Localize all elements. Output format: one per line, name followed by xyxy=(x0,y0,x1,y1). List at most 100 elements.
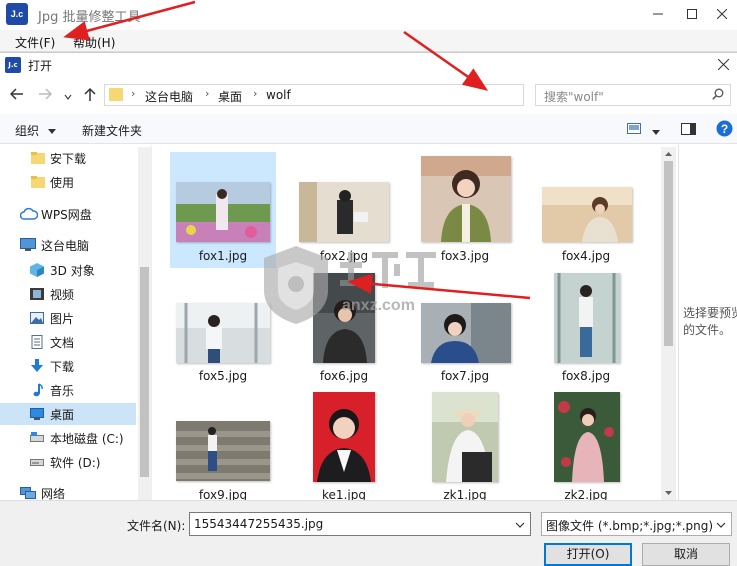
sidebar-item-label: 图片 xyxy=(50,312,75,326)
file-item-fox9[interactable]: fox9.jpg xyxy=(170,390,276,500)
breadcrumb-separator: › xyxy=(131,87,136,100)
preview-pane-button[interactable] xyxy=(681,123,696,138)
sidebar-item-downloads[interactable]: 下载 xyxy=(0,355,136,377)
dialog-titlebar: J.c 打开 xyxy=(0,52,737,76)
watermark-logo: anxz.com xyxy=(264,246,436,324)
sidebar-item-anxiazai[interactable]: 安下载 xyxy=(0,147,136,169)
image-thumbnail xyxy=(554,392,620,482)
close-icon xyxy=(717,58,730,71)
file-name: fox4.jpg xyxy=(561,249,611,263)
sidebar-scrollbar[interactable] xyxy=(138,147,151,500)
filename-input[interactable]: 15543447255435.jpg xyxy=(189,512,531,536)
desktop-icon xyxy=(30,408,44,420)
view-options-button[interactable] xyxy=(652,125,660,139)
drive-icon xyxy=(30,432,44,442)
help-button[interactable]: ? xyxy=(716,120,733,140)
sidebar-item-label: 使用 xyxy=(50,176,75,190)
file-name: fox8.jpg xyxy=(561,369,611,383)
menu-file[interactable]: 文件(F) xyxy=(15,34,55,51)
minimize-icon xyxy=(653,13,663,15)
sidebar-item-desktop[interactable]: 桌面 xyxy=(0,403,136,425)
computer-icon xyxy=(20,238,36,251)
arrow-right-icon xyxy=(39,88,53,100)
file-item-fox4[interactable]: fox4.jpg xyxy=(533,152,639,268)
view-icon xyxy=(627,123,641,134)
breadcrumb-this-pc[interactable]: 这台电脑 xyxy=(145,88,193,105)
sidebar-item-pictures[interactable]: 图片 xyxy=(0,307,136,329)
image-thumbnail xyxy=(176,421,270,481)
sidebar-item-label: 文档 xyxy=(50,336,75,350)
breadcrumb-separator: › xyxy=(253,87,258,100)
image-thumbnail xyxy=(313,392,375,482)
back-button[interactable] xyxy=(9,87,24,105)
search-icon xyxy=(712,88,724,100)
search-input[interactable]: 搜索"wolf" xyxy=(535,84,731,106)
sidebar-item-3d-objects[interactable]: 3D 对象 xyxy=(0,259,136,281)
image-thumbnail xyxy=(176,182,270,242)
sidebar-item-videos[interactable]: 视频 xyxy=(0,283,136,305)
file-name: fox9.jpg xyxy=(198,488,248,500)
dialog-close-button[interactable] xyxy=(717,55,730,74)
close-window-button[interactable] xyxy=(707,3,737,25)
maximize-button[interactable] xyxy=(677,3,707,25)
menu-help[interactable]: 帮助(H) xyxy=(73,34,115,51)
sidebar-item-music[interactable]: 音乐 xyxy=(0,379,136,401)
forward-button[interactable] xyxy=(38,87,53,105)
video-icon xyxy=(30,288,44,300)
file-name: fox5.jpg xyxy=(198,369,248,383)
chevron-down-icon xyxy=(716,522,726,528)
file-list-scrollbar-thumb[interactable] xyxy=(664,161,673,346)
drive-icon xyxy=(30,459,44,466)
sidebar-item-label: 下载 xyxy=(50,360,75,374)
file-name: fox7.jpg xyxy=(440,369,490,383)
arrow-left-icon xyxy=(9,88,23,100)
folder-icon xyxy=(109,88,123,101)
breadcrumb-desktop[interactable]: 桌面 xyxy=(218,88,242,105)
file-list-scrollbar[interactable] xyxy=(661,147,676,500)
organize-button[interactable]: 组织 xyxy=(15,122,56,139)
app-title: Jpg 批量修整工具 xyxy=(38,10,141,25)
file-item-fox8[interactable]: fox8.jpg xyxy=(533,271,639,387)
filename-value: 15543447255435.jpg xyxy=(194,517,324,531)
filetype-value: 图像文件 (*.bmp;*.jpg;*.png) xyxy=(546,519,714,533)
dialog-title: 打开 xyxy=(28,59,53,73)
svg-text:?: ? xyxy=(721,122,728,136)
change-view-button[interactable] xyxy=(627,123,641,137)
pictures-icon xyxy=(30,312,44,324)
sidebar-item-label: 本地磁盘 (C:) xyxy=(50,432,124,446)
folder-icon xyxy=(31,176,45,188)
scroll-down-icon xyxy=(665,491,672,495)
sidebar-item-label: 桌面 xyxy=(50,408,75,422)
filetype-dropdown-button[interactable] xyxy=(716,517,726,533)
address-bar[interactable]: › 这台电脑 › 桌面 › wolf xyxy=(104,84,624,106)
filetype-select[interactable]: 图像文件 (*.bmp;*.jpg;*.png) xyxy=(541,512,732,536)
sidebar-item-drive-c[interactable]: 本地磁盘 (C:) xyxy=(0,427,136,449)
app-logo: J.c xyxy=(6,3,28,25)
sidebar-scrollbar-thumb[interactable] xyxy=(140,267,149,477)
app-menubar: 文件(F) 帮助(H) xyxy=(0,30,737,52)
sidebar-item-documents[interactable]: 文档 xyxy=(0,331,136,353)
file-item-zk2[interactable]: zk2.jpg xyxy=(533,390,639,500)
recent-locations-button[interactable] xyxy=(64,89,72,105)
minimize-button[interactable] xyxy=(643,3,673,25)
up-button[interactable] xyxy=(83,87,97,105)
file-item-ke1[interactable]: ke1.jpg xyxy=(291,390,397,500)
sidebar-item-shiyong[interactable]: 使用 xyxy=(0,171,136,193)
scroll-up-icon xyxy=(665,152,672,156)
filename-label: 文件名(N): xyxy=(127,519,186,533)
music-icon xyxy=(33,383,43,397)
file-name: zk2.jpg xyxy=(564,488,608,500)
breadcrumb-wolf[interactable]: wolf xyxy=(266,88,291,102)
file-item-zk1[interactable]: zk1.jpg xyxy=(412,390,518,500)
filename-history-button[interactable] xyxy=(515,517,525,533)
cancel-button[interactable]: 取消 xyxy=(642,543,730,566)
sidebar-item-label: 视频 xyxy=(50,288,75,302)
sidebar-item-label: 安下载 xyxy=(50,152,87,166)
sidebar-item-wps-cloud[interactable]: WPS网盘 xyxy=(0,203,136,225)
caret-down-icon xyxy=(47,129,56,134)
new-folder-button[interactable]: 新建文件夹 xyxy=(82,122,142,139)
sidebar-item-drive-d[interactable]: 软件 (D:) xyxy=(0,451,136,473)
sidebar-item-this-pc[interactable]: 这台电脑 xyxy=(0,234,136,256)
open-button[interactable]: 打开(O) xyxy=(544,543,632,566)
download-icon xyxy=(31,359,43,372)
